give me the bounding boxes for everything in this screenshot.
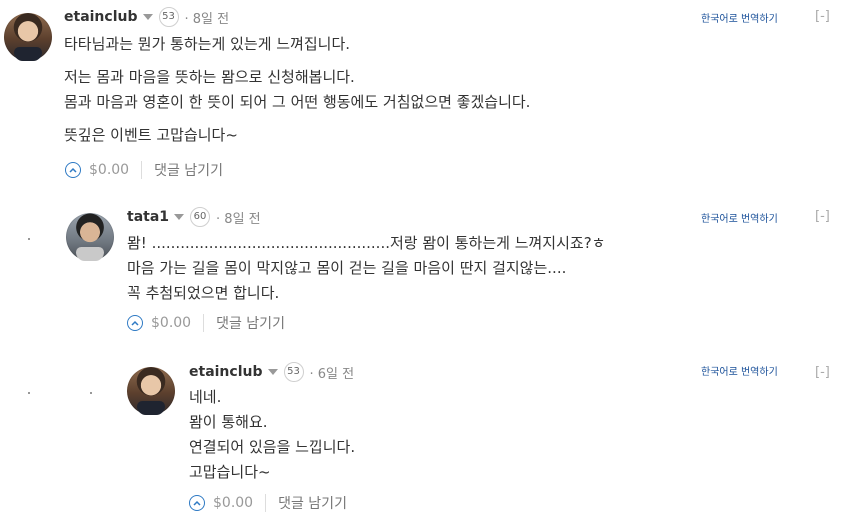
comment-body: 타타님과는 뭔가 통하는게 있는게 느껴집니다. 저는 몸과 마음을 뜻하는 뫔… (64, 32, 824, 148)
upvote-icon[interactable] (127, 315, 143, 331)
comment-body: 네네. 뫔이 통해요. 연결되어 있음을 느낍니다. 고맙습니다~ (189, 385, 809, 485)
comment-footer: $0.00 댓글 남기기 (65, 158, 223, 182)
payout-value[interactable]: $0.00 (89, 162, 129, 178)
translate-link[interactable]: 한국어로 번역하기 (701, 363, 778, 378)
thread-dot (28, 392, 30, 394)
reply-button[interactable]: 댓글 남기기 (216, 313, 285, 333)
comment-footer: $0.00 댓글 남기기 (189, 491, 347, 515)
chevron-down-icon[interactable] (142, 14, 153, 20)
reputation-badge: 53 (158, 7, 179, 27)
comment-paragraph: 타타님과는 뭔가 통하는게 있는게 느껴집니다. (64, 35, 351, 53)
upvote-icon[interactable] (189, 495, 205, 511)
upvote-icon[interactable] (65, 162, 81, 178)
translate-link[interactable]: 한국어로 번역하기 (701, 210, 778, 225)
translate-link[interactable]: 한국어로 번역하기 (701, 10, 778, 25)
timestamp[interactable]: · 8일 전 (185, 8, 230, 27)
divider (265, 494, 267, 512)
comment-meta: etainclub 53 · 6일 전 (189, 362, 354, 382)
comment-paragraph: 네네. 뫔이 통해요. 연결되어 있음을 느낍니다. 고맙습니다~ (189, 388, 356, 481)
timestamp[interactable]: · 8일 전 (216, 208, 261, 227)
comment-paragraph: 뫔! .....................................… (127, 234, 606, 302)
comment-footer: $0.00 댓글 남기기 (127, 311, 285, 335)
thread-dot (90, 392, 92, 394)
author-name[interactable]: etainclub (64, 9, 138, 25)
avatar[interactable] (4, 13, 52, 61)
divider (203, 314, 205, 332)
thread-dot (28, 238, 30, 240)
comment-paragraph: 저는 몸과 마음을 뜻하는 뫔으로 신청해봅니다. 몸과 마음과 영혼이 한 뜻… (64, 68, 531, 111)
chevron-down-icon[interactable] (267, 369, 278, 375)
payout-value[interactable]: $0.00 (213, 495, 253, 511)
collapse-toggle[interactable]: [-] (815, 9, 830, 24)
avatar[interactable] (127, 367, 175, 415)
reply-button[interactable]: 댓글 남기기 (154, 160, 223, 180)
collapse-toggle[interactable]: [-] (815, 209, 830, 224)
comment-meta: etainclub 53 · 8일 전 (64, 7, 229, 27)
comment-meta: tata1 60 · 8일 전 (127, 207, 261, 227)
chevron-down-icon[interactable] (174, 214, 185, 220)
collapse-toggle[interactable]: [-] (815, 365, 830, 380)
avatar[interactable] (66, 213, 114, 261)
reply-button[interactable]: 댓글 남기기 (278, 493, 347, 513)
reputation-badge: 60 (190, 207, 211, 227)
author-name[interactable]: etainclub (189, 364, 263, 380)
timestamp[interactable]: · 6일 전 (310, 363, 355, 382)
reputation-badge: 53 (283, 362, 304, 382)
divider (141, 161, 143, 179)
comment-paragraph: 뜻깊은 이벤트 고맙습니다~ (64, 126, 238, 144)
comment-body: 뫔! .....................................… (127, 231, 827, 306)
payout-value[interactable]: $0.00 (151, 315, 191, 331)
author-name[interactable]: tata1 (127, 209, 169, 225)
